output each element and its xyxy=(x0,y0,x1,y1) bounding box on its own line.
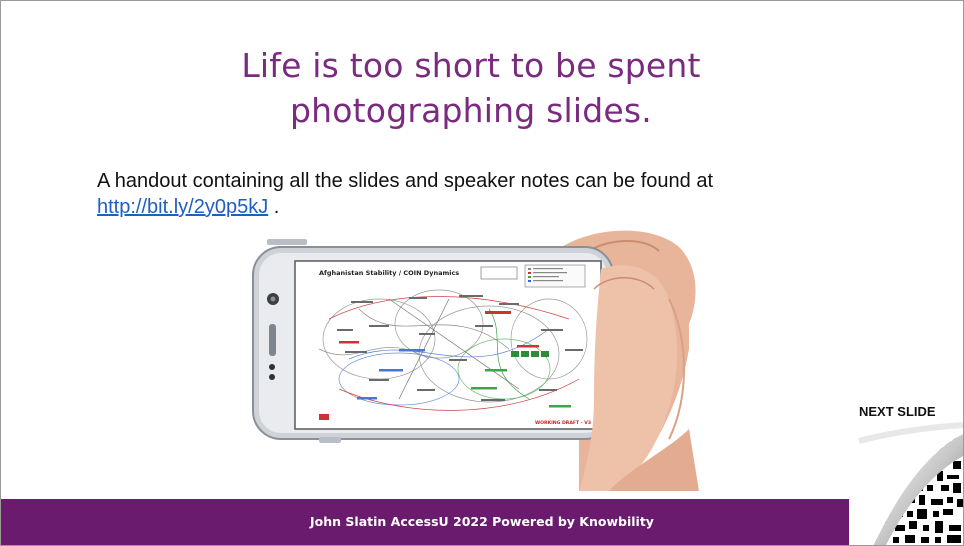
body-prefix: A handout containing all the slides and … xyxy=(97,170,714,192)
title-line-1: Life is too short to be spent xyxy=(241,46,701,85)
slide-title: Life is too short to be spent photograph… xyxy=(151,43,791,133)
handout-link[interactable]: http://bit.ly/2y0p5kJ xyxy=(97,196,268,218)
next-slide-label: NEXT SLIDE xyxy=(859,404,936,419)
page-curl-qr-icon xyxy=(849,421,963,545)
body-paragraph: A handout containing all the slides and … xyxy=(97,168,857,220)
footer-text: John Slatin AccessU 2022 Powered by Know… xyxy=(310,514,654,529)
screen-chart-title: Afghanistan Stability / COIN Dynamics xyxy=(319,269,459,277)
title-line-2: photographing slides. xyxy=(290,91,652,130)
next-slide-corner[interactable] xyxy=(849,421,963,545)
hand-holding-phone-image: Afghanistan Stability / COIN Dynamics WO… xyxy=(249,229,749,492)
body-suffix: . xyxy=(268,196,280,218)
slide: Life is too short to be spent photograph… xyxy=(0,0,964,546)
screen-draft-label: WORKING DRAFT - V3 xyxy=(535,420,591,426)
hand-holding-phone-icon: Afghanistan Stability / COIN Dynamics WO… xyxy=(252,230,699,492)
